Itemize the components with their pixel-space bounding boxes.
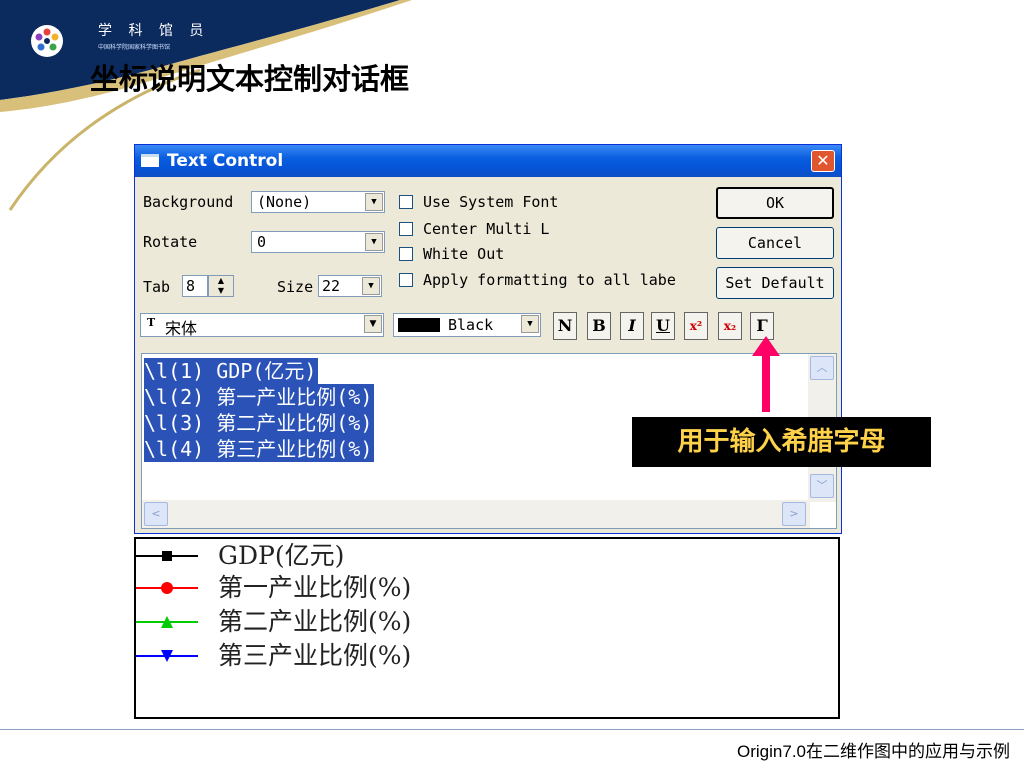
chevron-down-icon[interactable]: ▼ (362, 277, 380, 295)
cancel-button[interactable]: Cancel (716, 227, 834, 259)
subscript-button[interactable]: x₂ (718, 312, 742, 340)
rotate-value: 0 (257, 233, 267, 251)
use-system-font-checkbox[interactable] (399, 195, 413, 209)
close-icon: ✕ (816, 151, 830, 170)
white-out-label: White Out (423, 245, 505, 263)
legend-preview: GDP(亿元) 第一产业比例(%) 第二产业比例(%) 第三产业比例(%) (134, 537, 840, 719)
scroll-up-icon[interactable]: ︿ (810, 356, 834, 380)
normal-button[interactable]: N (553, 312, 577, 340)
background-label: Background (143, 193, 234, 211)
slide-title: 坐标说明文本控制对话框 (90, 62, 410, 96)
font-select[interactable]: T 宋体 ▼ (140, 313, 384, 338)
superscript-button[interactable]: x² (684, 312, 708, 340)
apply-formatting-checkbox[interactable] (399, 273, 413, 287)
spin-up-icon[interactable]: ▲ (209, 276, 233, 286)
bold-button[interactable]: B (587, 312, 611, 340)
text-control-dialog: Text Control ✕ Background Rotate Tab Siz… (134, 144, 842, 534)
white-out-checkbox[interactable] (399, 247, 413, 261)
dialog-titlebar[interactable]: Text Control ✕ (135, 145, 841, 177)
legend-text: 第三产业比例(%) (218, 641, 412, 670)
background-select[interactable]: (None) ▼ (251, 191, 385, 213)
window-icon (141, 154, 159, 167)
close-button[interactable]: ✕ (811, 150, 835, 172)
legend-text: GDP(亿元) (218, 541, 345, 570)
org-name: 学 科 馆 员 (98, 23, 210, 39)
horizontal-scrollbar[interactable]: < > (142, 500, 810, 528)
annotation-callout: 用于输入希腊字母 (632, 417, 931, 467)
tab-spinner[interactable]: ▲ ▼ (208, 275, 234, 297)
chevron-down-icon[interactable]: ▼ (521, 315, 539, 333)
size-label: Size (277, 278, 314, 296)
footer-divider (0, 729, 1024, 730)
truetype-font-icon: T (147, 316, 156, 329)
italic-button[interactable]: I (620, 312, 644, 340)
editor-line[interactable]: \l(2) 第一产业比例(%) (144, 384, 375, 410)
color-select[interactable]: Black ▼ (393, 313, 541, 337)
spin-down-icon[interactable]: ▼ (209, 286, 233, 296)
legend-text: 第一产业比例(%) (218, 573, 412, 602)
square-marker-icon (162, 551, 172, 561)
center-multi-line-checkbox[interactable] (399, 222, 413, 236)
use-system-font-label: Use System Font (423, 193, 559, 211)
tab-input[interactable]: 8 (182, 275, 208, 297)
dialog-title: Text Control (167, 151, 284, 171)
ok-button[interactable]: OK (716, 187, 834, 219)
circle-marker-icon (161, 582, 173, 594)
scroll-left-icon[interactable]: < (144, 502, 168, 526)
tab-value: 8 (186, 277, 196, 295)
rotate-select[interactable]: 0 ▼ (251, 231, 385, 253)
color-swatch (398, 318, 440, 332)
footer-text: Origin7.0在二维作图中的应用与示例 (737, 742, 1010, 761)
pointer-arrow-shaft (762, 352, 770, 412)
background-value: (None) (257, 193, 312, 211)
org-logo-icon (31, 25, 63, 57)
editor-line[interactable]: \l(1) GDP(亿元) (144, 358, 319, 384)
size-value: 22 (322, 277, 341, 295)
font-value: 宋体 (165, 319, 198, 338)
org-subtitle: 中国科学院国家科学图书馆 (98, 44, 171, 51)
set-default-button[interactable]: Set Default (716, 267, 834, 299)
triangle-up-marker-icon (161, 616, 173, 628)
legend-text: 第二产业比例(%) (218, 607, 412, 636)
size-select[interactable]: 22 ▼ (318, 275, 382, 297)
color-value: Black (448, 316, 494, 334)
tab-label: Tab (143, 278, 171, 296)
chevron-down-icon[interactable]: ▼ (365, 193, 383, 211)
editor-line[interactable]: \l(4) 第三产业比例(%) (144, 436, 375, 462)
underline-button[interactable]: U (651, 312, 675, 340)
apply-formatting-label: Apply formatting to all labe (423, 271, 676, 289)
center-multi-line-label: Center Multi L (423, 220, 550, 238)
triangle-down-marker-icon (161, 650, 173, 662)
chevron-down-icon[interactable]: ▼ (364, 315, 382, 333)
rotate-label: Rotate (143, 233, 198, 251)
scroll-down-icon[interactable]: ﹀ (810, 474, 834, 498)
scroll-right-icon[interactable]: > (782, 502, 806, 526)
chevron-down-icon[interactable]: ▼ (365, 233, 383, 251)
editor-line[interactable]: \l(3) 第二产业比例(%) (144, 410, 375, 436)
